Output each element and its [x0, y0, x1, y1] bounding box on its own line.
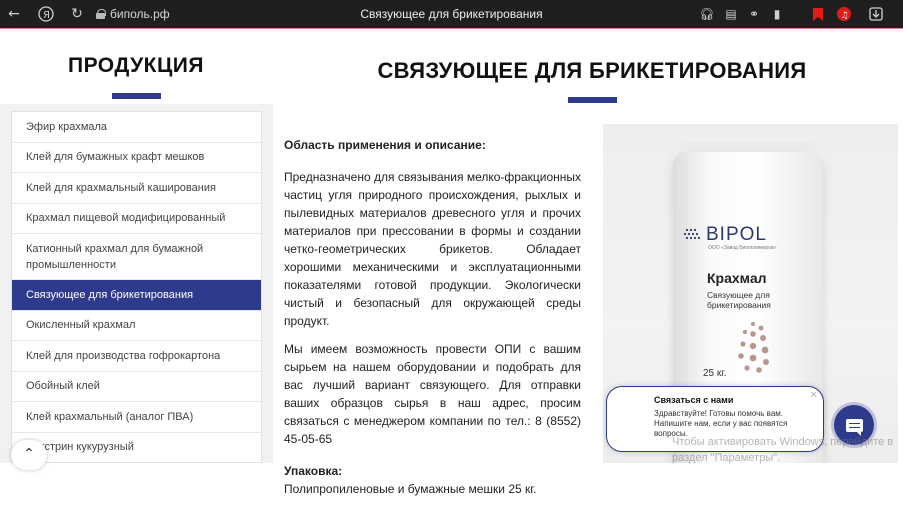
- sidebar-item-cationic-starch[interactable]: Катионный крахмал для бумажной промышлен…: [12, 234, 261, 280]
- chat-title: Связаться с нами: [654, 395, 734, 405]
- page-title-underline: [568, 97, 617, 103]
- sidebar-item-starch-ether[interactable]: Эфир крахмала: [12, 112, 261, 143]
- sidebar-item-briquetting-binder[interactable]: Связующее для брикетирования: [12, 280, 261, 311]
- chat-popup[interactable]: Связаться с нами Здравствуйте! Готовы по…: [606, 386, 824, 452]
- sidebar-item-wallpaper-glue[interactable]: Обойный клей: [12, 372, 261, 402]
- svg-text:♫: ♫: [841, 11, 849, 21]
- music-icon[interactable]: ♫: [834, 4, 854, 24]
- sidebar-item-oxidized-starch[interactable]: Окисленный крахмал: [12, 311, 261, 341]
- sidebar-item-pva-analog-glue[interactable]: Клей крахмальный (аналог ПВА): [12, 402, 261, 433]
- sidebar-item-corn-dextrin[interactable]: Декстрин кукурузный: [12, 433, 261, 463]
- red-bookmark-icon[interactable]: [808, 4, 828, 24]
- toolbar-divider: [0, 28, 903, 29]
- section-label: Область применения и описание:: [284, 138, 486, 152]
- back-arrow-icon[interactable]: ←: [4, 4, 24, 24]
- bag-brand: BIPOL: [706, 224, 767, 245]
- translate-icon[interactable]: ⚭: [744, 4, 764, 24]
- sidebar-heading: ПРОДУКЦИЯ: [67, 54, 204, 77]
- sidebar-heading-underline: [112, 93, 161, 99]
- address-text[interactable]: биполь.рф: [110, 7, 170, 21]
- packaging-label: Упаковка:: [284, 464, 343, 478]
- chat-open-button[interactable]: [834, 405, 874, 445]
- browser-toolbar: ← Я ↻ биполь.рф Связующее для брикетиров…: [0, 0, 903, 28]
- scroll-to-top-button[interactable]: ⌃: [11, 440, 47, 470]
- address-bar[interactable]: биполь.рф: [96, 5, 170, 23]
- reader-mode-icon[interactable]: ▤: [721, 4, 741, 24]
- product-sidebar: Эфир крахмала Клей для бумажных крафт ме…: [11, 111, 262, 463]
- packaging-text: Полипропиленовые и бумажные мешки 25 кг.: [284, 482, 537, 496]
- bag-description: Связующее для брикетирования: [707, 290, 771, 310]
- chat-close-icon[interactable]: ×: [810, 390, 818, 400]
- sidebar-item-food-starch[interactable]: Крахмал пищевой модифицированный: [12, 204, 261, 234]
- bag-product-name: Крахмал: [707, 270, 767, 286]
- description-paragraph-1: Предназначено для связывания мелко-фракц…: [284, 170, 581, 328]
- page-title: СВЯЗУЮЩЕЕ ДЛЯ БРИКЕТИРОВАНИЯ: [377, 58, 807, 83]
- lock-icon: [96, 9, 106, 19]
- reload-icon[interactable]: ↻: [67, 4, 87, 24]
- bookmark-icon[interactable]: ▮: [767, 4, 787, 24]
- sidebar-item-kraft-bag-glue[interactable]: Клей для бумажных крафт мешков: [12, 143, 261, 173]
- bag-dots-pattern-icon: [738, 322, 769, 373]
- bipol-logo-icon: [683, 228, 701, 240]
- tab-title: Связующее для брикетирования: [360, 7, 543, 21]
- yandex-logo-icon[interactable]: Я: [36, 4, 56, 24]
- chat-message: Здравствуйте! Готовы помочь вам. Напишит…: [654, 409, 788, 438]
- sidebar-item-corrugated-glue[interactable]: Клей для производства гофрокартона: [12, 341, 261, 372]
- headphones-icon[interactable]: 🎧︎: [697, 4, 717, 24]
- downloads-icon[interactable]: [866, 4, 886, 24]
- chat-bubble-icon: [845, 418, 863, 436]
- svg-text:Я: Я: [43, 10, 50, 21]
- chevron-up-icon: ⌃: [23, 446, 35, 462]
- description-paragraph-2: Мы имеем возможность провести ОПИ с ваши…: [284, 342, 581, 446]
- bag-brand-subtitle: ООО «Завод Биополимеров»: [708, 245, 777, 251]
- bag-weight: 25 кг.: [703, 368, 727, 379]
- sidebar-item-laminating-glue[interactable]: Клей для крахмальный каширования: [12, 173, 261, 204]
- product-description: Область применения и описание: Предназна…: [284, 136, 581, 508]
